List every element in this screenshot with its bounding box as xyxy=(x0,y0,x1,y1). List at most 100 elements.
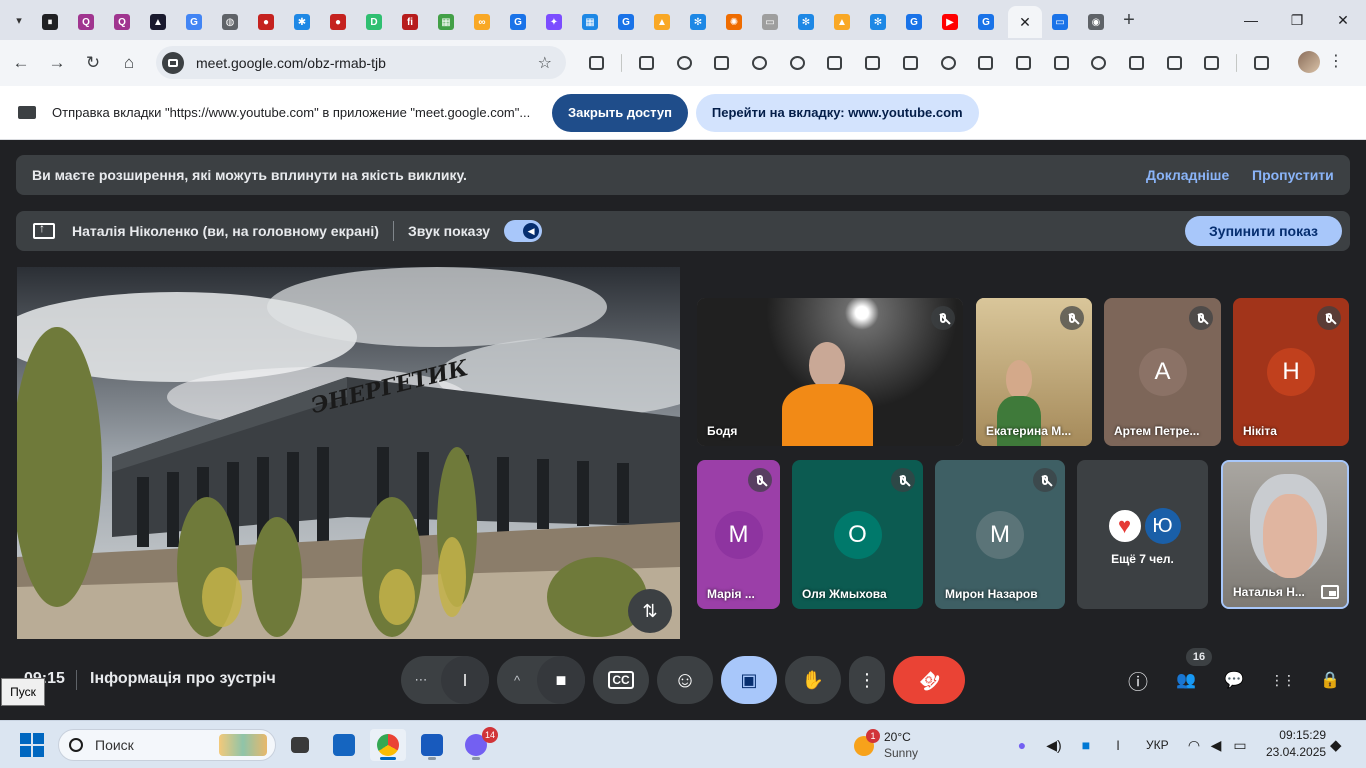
notifications-bell-icon[interactable]: ◆ xyxy=(1330,736,1342,754)
share-audio-toggle[interactable]: ◀ xyxy=(504,220,543,242)
forward-button[interactable]: → xyxy=(40,46,74,80)
switch-to-tab-button[interactable]: Перейти на вкладку: www.youtube.com xyxy=(695,93,979,132)
home-button[interactable]: ⌂ xyxy=(112,46,146,80)
participant-tile[interactable]: Наталья Н... xyxy=(1221,460,1349,609)
browser-tab[interactable]: D xyxy=(356,6,392,38)
wifi-icon[interactable]: ◠ xyxy=(1186,737,1202,753)
browser-tab[interactable]: ● xyxy=(248,6,284,38)
browser-tab[interactable]: ◉ xyxy=(1078,6,1114,38)
participant-tile[interactable]: Екатерина М... xyxy=(976,298,1092,446)
meeting-info-link[interactable]: Інформація про зустріч xyxy=(90,670,276,688)
meet-site-icon[interactable] xyxy=(162,51,184,74)
people-button[interactable]: 👥 xyxy=(1170,664,1202,696)
stop-presenting-button[interactable]: Зупинити показ xyxy=(1185,216,1342,246)
camera-button[interactable]: ■ xyxy=(537,656,585,704)
swap-layout-button[interactable]: ⇅ xyxy=(628,589,672,633)
host-controls-button[interactable]: 🔒 xyxy=(1314,664,1346,696)
browser-tab[interactable]: G xyxy=(968,6,1004,38)
tab-search-button[interactable]: ▾ xyxy=(6,7,32,33)
volume-tray-icon[interactable]: ◀) xyxy=(1046,737,1062,753)
browser-tab[interactable]: ✻ xyxy=(860,6,896,38)
payment-card-icon[interactable] xyxy=(703,46,741,80)
qr-code-icon[interactable] xyxy=(1005,46,1043,80)
microphone-button[interactable]: ⏽ xyxy=(441,656,489,704)
browser-tab[interactable]: Q xyxy=(68,6,104,38)
browser-tab[interactable]: fi xyxy=(392,6,428,38)
profile-avatar[interactable] xyxy=(1298,51,1320,73)
browser-tab[interactable]: ✦ xyxy=(536,6,572,38)
reload-button[interactable]: ↻ xyxy=(76,46,110,80)
extensions-puzzle-icon[interactable] xyxy=(578,46,616,80)
back-button[interactable]: ← xyxy=(4,46,38,80)
address-url[interactable]: meet.google.com/obz-rmab-tjb xyxy=(196,55,386,71)
skip-link[interactable]: Пропустити xyxy=(1252,167,1334,183)
reader-mode-icon[interactable] xyxy=(1042,46,1080,80)
browser-tab[interactable]: ✱ xyxy=(284,6,320,38)
browser-tab[interactable]: ⏸ xyxy=(32,6,68,38)
defender-tray-icon[interactable]: ■ xyxy=(1078,737,1094,753)
start-button[interactable] xyxy=(20,733,44,757)
browser-tab[interactable]: G xyxy=(500,6,536,38)
browser-menu-icon[interactable]: ⋮ xyxy=(1328,51,1344,71)
participant-tile[interactable]: М Мирон Назаров xyxy=(935,460,1065,609)
viber-app[interactable]: 14 xyxy=(458,727,498,761)
bookmark-star-icon[interactable]: ☆ xyxy=(538,53,552,73)
clock-time[interactable]: 09:15:29 xyxy=(1266,728,1326,742)
browser-tab[interactable]: ▭ xyxy=(752,6,788,38)
browser-tab[interactable]: ▦ xyxy=(572,6,608,38)
copy-link-icon[interactable] xyxy=(1080,46,1118,80)
media-controls-icon[interactable] xyxy=(1243,46,1281,80)
print-icon[interactable] xyxy=(892,46,930,80)
more-options-button[interactable]: ⋮ xyxy=(849,656,885,704)
browser-tab[interactable]: ▲ xyxy=(644,6,680,38)
present-now-button[interactable]: ▣ xyxy=(721,656,777,704)
tab-active-meet[interactable]: ✕ xyxy=(1008,6,1042,38)
close-window-button[interactable]: ✕ xyxy=(1320,0,1366,40)
participant-tile[interactable]: М Марія ... xyxy=(697,460,780,609)
browser-tab[interactable]: G xyxy=(896,6,932,38)
more-audio-options-button[interactable]: ⋯ xyxy=(401,656,441,704)
browser-tab[interactable]: ✻ xyxy=(680,6,716,38)
captions-button[interactable]: CC xyxy=(593,656,649,704)
task-view-button[interactable] xyxy=(282,729,318,761)
address-bar[interactable]: meet.google.com/obz-rmab-tjb ☆ xyxy=(156,46,566,79)
raise-hand-button[interactable]: ✋ xyxy=(785,656,841,704)
browser-tab[interactable]: Q xyxy=(104,6,140,38)
browser-tab[interactable]: ▲ xyxy=(140,6,176,38)
maximize-button[interactable]: ❐ xyxy=(1274,0,1320,40)
word-app[interactable] xyxy=(414,729,450,761)
code-icon[interactable] xyxy=(1193,46,1231,80)
browser-tab[interactable]: ▭ xyxy=(1042,6,1078,38)
participant-tile[interactable]: Н Нікіта xyxy=(1233,298,1349,446)
participant-tile[interactable]: А Артем Петре... xyxy=(1104,298,1221,446)
chat-button[interactable]: 💬 xyxy=(1218,664,1250,696)
clock-date[interactable]: 23.04.2025 xyxy=(1266,745,1326,759)
browser-tab[interactable]: ▦ xyxy=(428,6,464,38)
stop-access-button[interactable]: Закрыть доступ xyxy=(552,93,688,132)
location-pin-icon[interactable] xyxy=(741,46,779,80)
browser-tab[interactable]: G xyxy=(176,6,212,38)
taskbar-search[interactable]: Поиск xyxy=(58,729,276,761)
browser-tab[interactable]: ∞ xyxy=(464,6,500,38)
emoji-reactions-button[interactable]: ☺ xyxy=(657,656,713,704)
browser-tab[interactable]: ▶ xyxy=(932,6,968,38)
microphone-tray-icon[interactable]: ⏽ xyxy=(1110,737,1126,753)
participant-tile[interactable]: О Оля Жмыхова xyxy=(792,460,923,609)
browser-tab[interactable]: ✺ xyxy=(716,6,752,38)
browser-tab[interactable]: ▲ xyxy=(824,6,860,38)
participant-tile[interactable]: ♥ Ю Ещё 7 чел. xyxy=(1077,460,1208,609)
table-icon[interactable] xyxy=(1155,46,1193,80)
reading-list-icon[interactable] xyxy=(816,46,854,80)
screenshot-icon[interactable] xyxy=(929,46,967,80)
trash-icon[interactable] xyxy=(854,46,892,80)
browser-tab[interactable]: ◍ xyxy=(212,6,248,38)
translate-icon[interactable] xyxy=(967,46,1005,80)
speaker-icon[interactable]: ◀ xyxy=(1208,737,1224,753)
participant-tile[interactable]: Бодя xyxy=(697,298,963,446)
battery-icon[interactable]: ▭ xyxy=(1232,737,1248,753)
browser-tab[interactable]: G xyxy=(608,6,644,38)
new-tab-button[interactable]: + xyxy=(1114,9,1144,32)
camera-options-chevron[interactable]: ^ xyxy=(497,656,537,704)
browser-tab[interactable]: ✻ xyxy=(788,6,824,38)
star-extension-icon[interactable] xyxy=(778,46,816,80)
